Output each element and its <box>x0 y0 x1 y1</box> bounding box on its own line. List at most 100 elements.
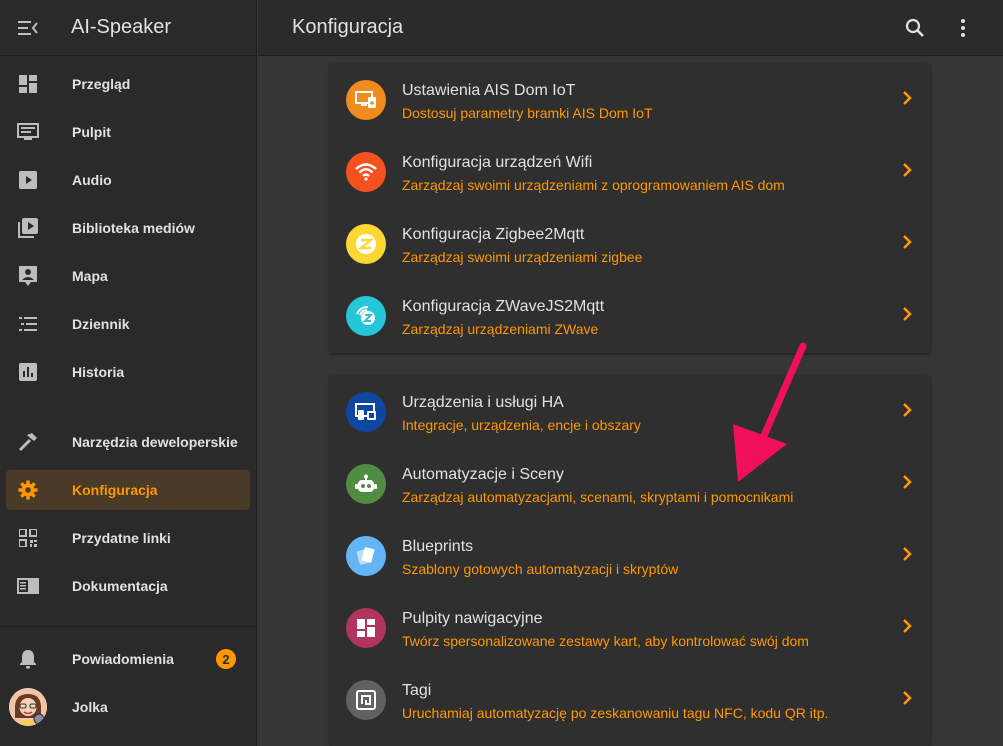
config-row-blueprints[interactable]: Blueprints Szablony gotowych automatyzac… <box>330 520 930 592</box>
chevron-right-icon <box>903 475 912 489</box>
row-subtitle: Uruchamiaj automatyzację po zeskanowaniu… <box>402 705 829 721</box>
avatar[interactable] <box>9 688 47 726</box>
sidebar-item-label: Narzędzia deweloperskie <box>72 434 238 450</box>
row-title: Pulpity nawigacyjne <box>402 610 543 627</box>
row-subtitle: Twórz spersonalizowane zestawy kart, aby… <box>402 633 809 649</box>
row-icon-circle <box>346 392 386 432</box>
sidebar-item-notifications[interactable]: Powiadomienia 2 <box>6 639 250 679</box>
row-icon-circle <box>346 608 386 648</box>
sidebar-item-label: Dokumentacja <box>72 578 168 594</box>
map-person-icon <box>19 266 37 286</box>
sidebar-item-history[interactable]: Historia <box>6 352 250 392</box>
row-icon-circle <box>346 680 386 720</box>
chevron-right-icon <box>903 403 912 417</box>
sidebar-item-label: Pulpit <box>72 124 111 140</box>
chevron-right-icon <box>903 547 912 561</box>
annotation-arrow-icon <box>733 342 807 482</box>
sidebar-item-label: Historia <box>72 364 125 380</box>
sidebar-item-audio[interactable]: Audio <box>6 160 250 200</box>
qr-code-icon <box>19 529 37 547</box>
menu-collapse-icon <box>18 20 38 35</box>
search-button[interactable] <box>891 4 939 52</box>
row-title: Blueprints <box>402 538 474 555</box>
nfc-tag-icon <box>356 690 376 710</box>
more-vertical-icon <box>961 18 965 37</box>
row-icon-circle <box>346 80 386 120</box>
devices-icon <box>355 403 376 420</box>
chevron-right-icon <box>903 235 912 249</box>
row-title: Konfiguracja urządzeń Wifi <box>402 154 593 171</box>
config-row-tags[interactable]: Tagi Uruchamiaj automatyzację po zeskano… <box>330 664 930 736</box>
more-options-button[interactable] <box>939 4 987 52</box>
chevron-right-icon <box>903 307 912 321</box>
chevron-right-icon <box>903 691 912 705</box>
search-icon <box>905 18 924 37</box>
row-title: Ustawienia AIS Dom IoT <box>402 82 576 99</box>
row-icon-circle <box>346 152 386 192</box>
row-subtitle: Zarządzaj swoimi urządzeniami z oprogram… <box>402 177 785 193</box>
page-title: Konfiguracja <box>292 16 404 38</box>
wifi-icon <box>355 163 377 181</box>
zigbee-icon <box>356 234 376 254</box>
config-row-wifi[interactable]: Konfiguracja urządzeń Wifi Zarządzaj swo… <box>330 136 930 208</box>
row-subtitle: Zarządzaj urządzeniami ZWave <box>402 321 599 337</box>
row-title: Tagi <box>402 682 432 699</box>
dashboards-icon <box>357 619 375 637</box>
sidebar-divider <box>0 626 256 627</box>
sidebar-item-overview[interactable]: Przegląd <box>6 64 250 104</box>
row-icon-circle <box>346 224 386 264</box>
sidebar-item-log[interactable]: Dziennik <box>6 304 250 344</box>
sidebar-item-label: Powiadomienia <box>72 651 174 667</box>
notification-count-badge: 2 <box>216 649 236 669</box>
sidebar-item-label: Konfiguracja <box>72 482 158 498</box>
chart-icon <box>19 363 37 381</box>
row-icon-circle <box>346 464 386 504</box>
row-title: Konfiguracja ZWaveJS2Mqtt <box>402 298 605 315</box>
user-name[interactable]: Jolka <box>72 699 108 715</box>
blueprint-icon <box>356 547 375 565</box>
row-icon-circle <box>346 296 386 336</box>
book-icon <box>17 578 39 594</box>
row-subtitle: Szablony gotowych automatyzacji i skrypt… <box>402 561 679 577</box>
sidebar-item-label: Przegląd <box>72 76 131 92</box>
config-row-dashboards[interactable]: Pulpity nawigacyjne Twórz spersonalizowa… <box>330 592 930 664</box>
row-subtitle: Zarządzaj automatyzacjami, scenami, skry… <box>402 489 794 505</box>
sidebar-item-label: Dziennik <box>72 316 130 332</box>
row-subtitle: Zarządzaj swoimi urządzeniami zigbee <box>402 249 643 265</box>
config-card-ha: Urządzenia i usługi HA Integracje, urząd… <box>330 376 930 746</box>
sidebar-item-documentation[interactable]: Dokumentacja <box>6 566 250 606</box>
chevron-right-icon <box>903 91 912 105</box>
list-icon <box>19 317 37 331</box>
chevron-right-icon <box>903 619 912 633</box>
sidebar-item-developer-tools[interactable]: Narzędzia deweloperskie <box>6 422 250 462</box>
sidebar-item-desktop[interactable]: Pulpit <box>6 112 250 152</box>
sidebar-item-configuration[interactable]: Konfiguracja <box>6 470 250 510</box>
collapse-menu-button[interactable] <box>0 0 56 56</box>
media-library-icon <box>18 218 38 238</box>
robot-icon <box>355 474 377 492</box>
config-row-devices[interactable]: Urządzenia i usługi HA Integracje, urząd… <box>330 376 930 448</box>
row-title: Konfiguracja Zigbee2Mqtt <box>402 226 585 243</box>
config-row-zwave[interactable]: Konfiguracja ZWaveJS2Mqtt Zarządzaj urzą… <box>330 280 930 352</box>
row-subtitle: Dostosuj parametry bramki AIS Dom IoT <box>402 105 653 121</box>
dashboard-icon <box>19 75 37 93</box>
play-icon <box>19 171 37 189</box>
row-subtitle: Integracje, urządzenia, encje i obszary <box>402 417 641 433</box>
sidebar-item-label: Audio <box>72 172 112 188</box>
config-row-ais-iot[interactable]: Ustawienia AIS Dom IoT Dostosuj parametr… <box>330 64 930 136</box>
sidebar-header: AI-Speaker <box>0 0 256 56</box>
hammer-icon <box>18 433 37 452</box>
config-row-automations[interactable]: Automatyzacje i Sceny Zarządzaj automaty… <box>330 448 930 520</box>
sidebar: AI-Speaker Przegląd Pulpit Audio Bibliot… <box>0 0 257 746</box>
sidebar-item-label: Mapa <box>72 268 108 284</box>
iot-device-icon <box>355 91 376 108</box>
monitor-icon <box>17 123 39 140</box>
sidebar-item-label: Biblioteka mediów <box>72 220 195 236</box>
chevron-right-icon <box>903 163 912 177</box>
zwave-icon <box>356 306 375 325</box>
config-row-zigbee[interactable]: Konfiguracja Zigbee2Mqtt Zarządzaj swoim… <box>330 208 930 280</box>
sidebar-item-label: Przydatne linki <box>72 530 171 546</box>
sidebar-item-media-library[interactable]: Biblioteka mediów <box>6 208 250 248</box>
sidebar-item-useful-links[interactable]: Przydatne linki <box>6 518 250 558</box>
sidebar-item-map[interactable]: Mapa <box>6 256 250 296</box>
